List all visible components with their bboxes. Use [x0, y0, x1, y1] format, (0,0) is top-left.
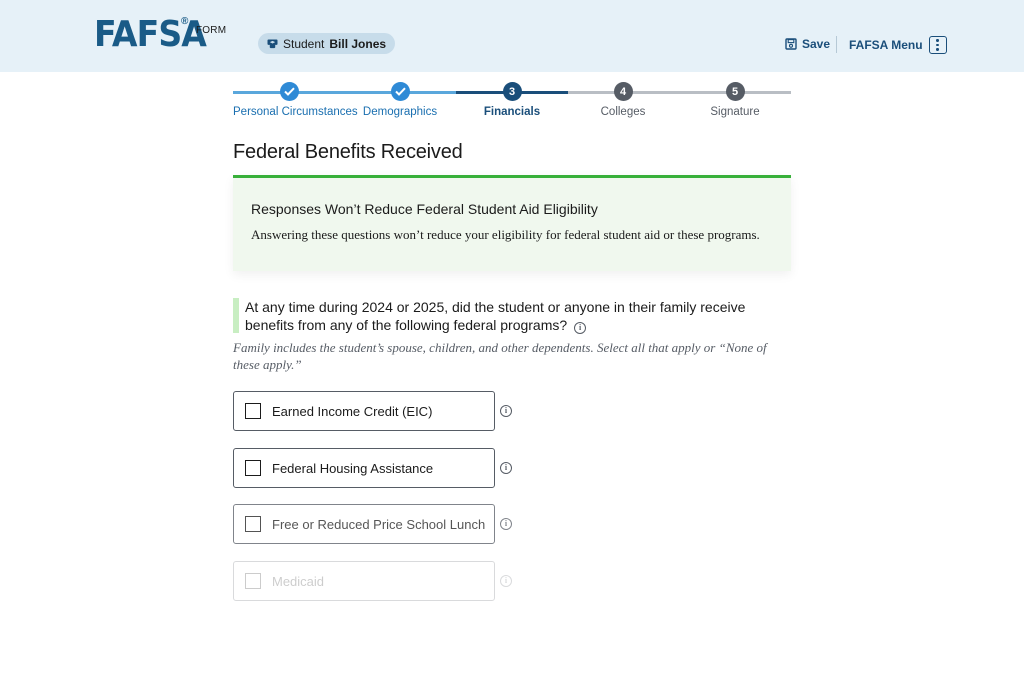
option-label: Federal Housing Assistance [272, 460, 434, 476]
question-accent-bar [233, 298, 239, 333]
site-header: FAFSA ® FORM Student Bill Jones Save FAF… [0, 0, 1024, 72]
option-label: Earned Income Credit (EIC) [272, 403, 433, 419]
checkbox[interactable] [245, 573, 261, 589]
option-free-reduced-school-lunch[interactable]: Free or Reduced Price School Lunch [233, 504, 495, 544]
question-legend: At any time during 2024 or 2025, did the… [245, 298, 785, 334]
step-number: 4 [613, 82, 633, 101]
menu-label: FAFSA Menu [849, 38, 923, 52]
save-label: Save [802, 37, 831, 51]
info-icon[interactable]: i [500, 405, 512, 417]
step-number: 3 [502, 82, 522, 101]
student-prefix: Student [283, 36, 325, 51]
alert-heading: Responses Won’t Reduce Federal Student A… [251, 201, 598, 217]
fafsa-logo[interactable]: FAFSA [94, 14, 207, 56]
option-medicaid[interactable]: Medicaid [233, 561, 495, 601]
save-button[interactable]: Save [785, 37, 830, 51]
step-signature: 5 Signature [679, 82, 791, 118]
checkbox[interactable] [245, 403, 261, 419]
page-title: Federal Benefits Received [233, 141, 463, 163]
step-demographics[interactable]: Demographics [344, 82, 456, 118]
info-alert: Responses Won’t Reduce Federal Student A… [233, 175, 791, 271]
step-label: Financials [483, 106, 541, 118]
floppy-disk-icon [785, 38, 797, 50]
step-label: Demographics [362, 106, 438, 118]
step-personal-circumstances[interactable]: Personal Circumstances [233, 82, 358, 118]
option-federal-housing-assistance[interactable]: Federal Housing Assistance [233, 448, 495, 488]
info-icon[interactable]: i [500, 462, 512, 474]
kebab-menu-icon [928, 36, 947, 54]
student-badge: Student Bill Jones [258, 33, 396, 54]
checkbox[interactable] [245, 516, 261, 532]
checkbox[interactable] [245, 460, 261, 476]
question-hint: Family includes the student’s spouse, ch… [233, 340, 767, 372]
option-label: Free or Reduced Price School Lunch [272, 516, 486, 532]
info-icon[interactable]: i [500, 518, 512, 530]
step-colleges: 4 Colleges [567, 82, 679, 118]
step-label: Signature [710, 106, 760, 118]
check-icon [390, 82, 410, 101]
fafsa-menu-button[interactable]: FAFSA Menu [849, 36, 947, 54]
option-earned-income-credit[interactable]: Earned Income Credit (EIC) [233, 391, 495, 431]
check-icon [279, 82, 299, 101]
header-divider [836, 36, 837, 53]
progress-stepper: Personal Circumstances Demographics 3 Fi… [233, 82, 791, 122]
step-number: 5 [725, 82, 745, 101]
student-name: Bill Jones [329, 36, 387, 51]
registered-mark: ® [181, 16, 189, 27]
logo-form-label: FORM [196, 25, 227, 36]
graduation-cap-icon [267, 38, 278, 48]
step-label: Personal Circumstances [233, 106, 358, 118]
info-icon[interactable]: i [574, 322, 587, 334]
step-label: Colleges [600, 106, 646, 118]
step-financials[interactable]: 3 Financials [456, 82, 568, 118]
alert-body: Answering these questions won’t reduce y… [251, 227, 760, 242]
question-text: At any time during 2024 or 2025, did the… [245, 299, 746, 333]
option-label: Medicaid [272, 573, 325, 589]
info-icon[interactable]: i [500, 575, 512, 587]
